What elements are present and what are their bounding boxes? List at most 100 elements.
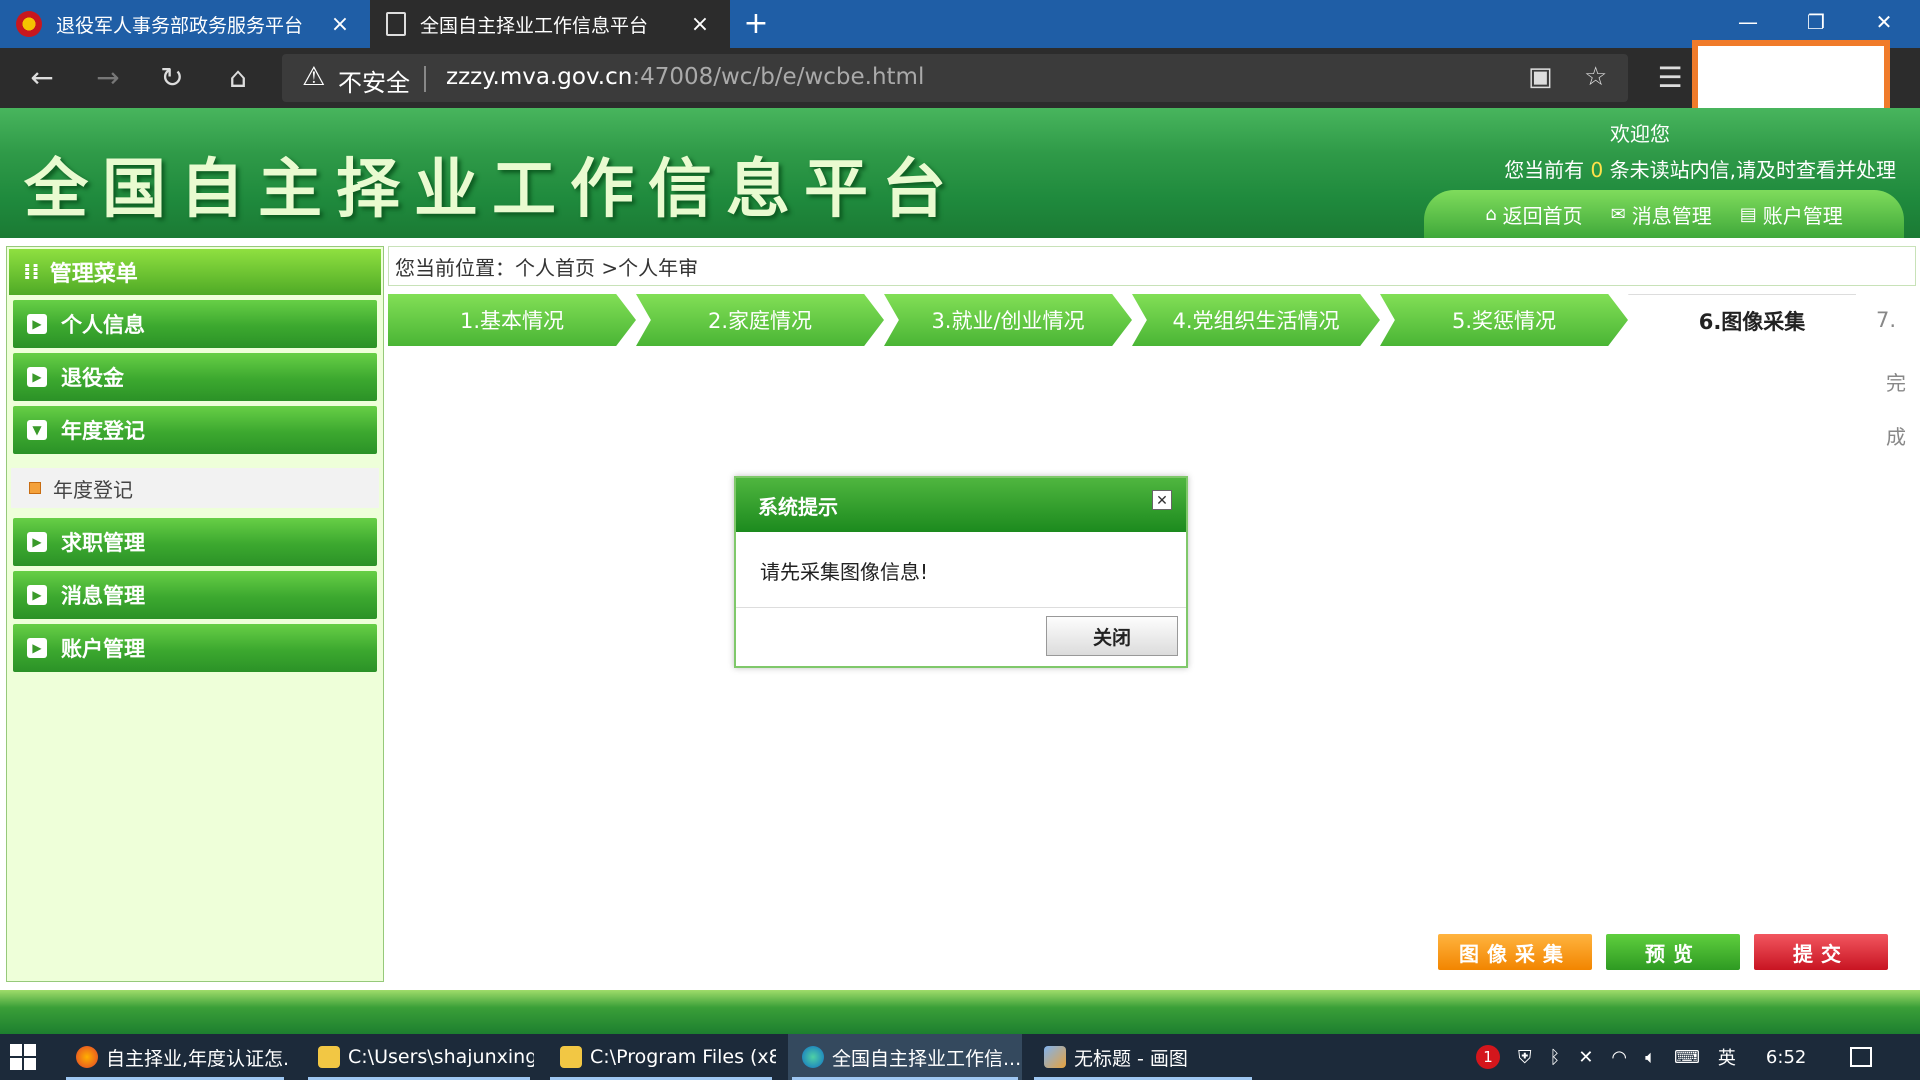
security-label[interactable]: 不安全 [338, 63, 410, 98]
refresh-icon[interactable]: ↻ [152, 58, 192, 98]
taskbar-item-firefox[interactable]: 自主择业,年度认证怎... [62, 1034, 288, 1080]
document-icon [386, 12, 406, 36]
unread-prefix: 您当前有 [1504, 158, 1585, 182]
overflow-char: 完 [1886, 371, 1906, 395]
dialog-footer: 关闭 [736, 608, 1186, 666]
unread-notice: 您当前有 0 条未读站内信,请及时查看并处理 [1504, 154, 1896, 183]
forward-icon[interactable]: → [88, 58, 128, 98]
header-nav: ⌂ 返回首页 ✉ 消息管理 ▤ 账户管理 [1424, 190, 1904, 238]
breadcrumb: 您当前位置：个人首页 >个人年审 [388, 246, 1916, 286]
image-capture-button[interactable]: 图像采集 [1438, 934, 1592, 970]
taskbar-label: 全国自主择业工作信... [832, 1047, 1022, 1070]
step-family[interactable]: 2.家庭情况 [636, 294, 884, 346]
system-alert-dialog: 系统提示 ✕ 请先采集图像信息! 关闭 [734, 476, 1188, 668]
keyboard-icon[interactable]: ⌨ [1674, 1047, 1700, 1068]
browser-tab-strip: 退役军人事务部政务服务平台 × 全国自主择业工作信息平台 × + — ❐ ✕ [0, 0, 1920, 48]
warning-icon: ⚠ [302, 62, 326, 92]
nav-messages-link[interactable]: ✉ 消息管理 [1611, 200, 1712, 229]
new-tab-button[interactable]: + [738, 6, 774, 42]
sidebar-item-label: 年度登记 [61, 419, 145, 443]
menu-title: ⁞⁞ 管理菜单 [9, 249, 381, 295]
collapse-arrow-icon: ▼ [27, 420, 47, 440]
sidebar-item-job-search[interactable]: ▶ 求职管理 [13, 518, 377, 566]
step-rewards[interactable]: 5.奖惩情况 [1380, 294, 1628, 346]
paint-icon [1044, 1046, 1066, 1068]
taskbar-label: 无标题 - 画图 [1074, 1047, 1188, 1070]
taskbar-item-edge[interactable]: 全国自主择业工作信... [788, 1034, 1022, 1080]
favorites-list-icon[interactable]: ☰ [1650, 58, 1690, 98]
browser-tab-mva-portal[interactable]: 退役军人事务部政务服务平台 × [0, 0, 370, 48]
restore-button[interactable]: ❐ [1782, 0, 1850, 44]
home-icon: ⌂ [1485, 203, 1497, 225]
taskbar-item-explorer-1[interactable]: C:\Users\shajunxing\... [304, 1034, 534, 1080]
tab-close-icon[interactable]: × [326, 12, 354, 37]
unread-count[interactable]: 0 [1591, 158, 1604, 182]
system-tray: 1 ⛨ ᛒ ✕ ◠ 🔈︎ ⌨ 英 6:52 [1476, 1034, 1873, 1080]
divider [424, 66, 426, 92]
tab-title: 全国自主择业工作信息平台 [420, 14, 649, 37]
unread-suffix: 条未读站内信,请及时查看并处理 [1609, 158, 1896, 182]
sidebar-item-personal-info[interactable]: ▶ 个人信息 [13, 300, 377, 348]
site-header: 全国自主择业工作信息平台 欢迎您 您当前有 0 条未读站内信,请及时查看并处理 … [0, 108, 1920, 238]
nav-label: 消息管理 [1631, 203, 1712, 228]
step-party-life[interactable]: 4.党组织生活情况 [1132, 294, 1380, 346]
step-overflow-text: 完 成 [1876, 356, 1916, 464]
ime-indicator[interactable]: 英 [1718, 1044, 1736, 1070]
sidebar-item-label: 退役金 [61, 366, 124, 390]
windows-start-icon[interactable] [10, 1044, 36, 1070]
step-complete[interactable]: 7. [1856, 294, 1916, 346]
nav-home-link[interactable]: ⌂ 返回首页 [1485, 200, 1582, 229]
expand-arrow-icon: ▶ [27, 314, 47, 334]
step-wizard: 1.基本情况 2.家庭情况 3.就业/创业情况 4.党组织生活情况 5.奖惩情况… [388, 294, 1916, 346]
sidebar-item-pension[interactable]: ▶ 退役金 [13, 353, 377, 401]
expand-arrow-icon: ▶ [27, 585, 47, 605]
sidebar: ⁞⁞ 管理菜单 ▶ 个人信息 ▶ 退役金 ▼ 年度登记 年度登记 ▶ 求职管理 ▶ 消息管… [6, 246, 384, 982]
taskbar-label: 自主择业,年度认证怎... [106, 1047, 288, 1070]
mail-icon: ✉ [1610, 203, 1626, 225]
home-icon[interactable]: ⌂ [218, 58, 258, 98]
dialog-message: 请先采集图像信息! [736, 532, 1186, 608]
back-icon[interactable]: ← [22, 58, 62, 98]
submenu-item-annual-registration[interactable]: 年度登记 [11, 468, 379, 508]
favorite-star-icon[interactable]: ☆ [1584, 62, 1607, 92]
expand-arrow-icon: ▶ [27, 532, 47, 552]
sidebar-item-messages[interactable]: ▶ 消息管理 [13, 571, 377, 619]
overflow-char: 成 [1886, 425, 1906, 449]
nav-account-link[interactable]: ▤ 账户管理 [1740, 200, 1843, 229]
windows-taskbar: 自主择业,年度认证怎... C:\Users\shajunxing\... C:… [0, 1034, 1920, 1080]
address-bar[interactable]: ⚠ 不安全 zzzy.mva.gov.cn:47008/wc/b/e/wcbe.… [282, 54, 1628, 102]
taskbar-label: C:\Program Files (x8... [590, 1046, 776, 1068]
footer-strip [0, 990, 1920, 1034]
minimize-button[interactable]: — [1714, 0, 1782, 44]
taskbar-item-explorer-2[interactable]: C:\Program Files (x8... [546, 1034, 776, 1080]
step-basic-info[interactable]: 1.基本情况 [388, 294, 636, 346]
action-center-icon[interactable] [1850, 1047, 1873, 1067]
taskbar-item-paint[interactable]: 无标题 - 画图 [1030, 1034, 1256, 1080]
tab-close-icon[interactable]: × [686, 12, 714, 37]
step-image-capture[interactable]: 6.图像采集 [1628, 294, 1876, 346]
taskbar-label: C:\Users\shajunxing\... [348, 1046, 534, 1068]
step-employment[interactable]: 3.就业/创业情况 [884, 294, 1132, 346]
url-text[interactable]: zzzy.mva.gov.cn:47008/wc/b/e/wcbe.html [446, 64, 924, 90]
sidebar-item-annual-registration[interactable]: ▼ 年度登记 [13, 406, 377, 454]
notification-badge[interactable]: 1 [1476, 1045, 1500, 1069]
sidebar-item-account[interactable]: ▶ 账户管理 [13, 624, 377, 672]
tracking-prevention-icon[interactable]: ▣ [1528, 62, 1553, 92]
shield-icon[interactable]: ⛨ [1518, 1047, 1532, 1068]
submit-button[interactable]: 提交 [1754, 934, 1888, 970]
clock[interactable]: 6:52 [1766, 1047, 1806, 1068]
dialog-close-icon[interactable]: ✕ [1152, 490, 1172, 510]
close-window-button[interactable]: ✕ [1850, 0, 1918, 44]
nav-label: 返回首页 [1502, 203, 1583, 228]
volume-icon[interactable]: 🔈︎ [1645, 1047, 1656, 1068]
wifi-icon[interactable]: ◠ [1611, 1047, 1627, 1068]
sidebar-item-label: 账户管理 [61, 637, 145, 661]
bluetooth-icon[interactable]: ᛒ [1550, 1047, 1561, 1068]
sidebar-item-label: 个人信息 [61, 313, 145, 337]
preview-button[interactable]: 预览 [1606, 934, 1740, 970]
dialog-close-button[interactable]: 关闭 [1046, 616, 1178, 656]
browser-tab-active[interactable]: 全国自主择业工作信息平台 × [370, 0, 730, 48]
network-icon[interactable]: ✕ [1578, 1047, 1593, 1068]
url-path: :47008/wc/b/e/wcbe.html [632, 64, 925, 90]
site-title: 全国自主择业工作信息平台 [24, 152, 960, 227]
